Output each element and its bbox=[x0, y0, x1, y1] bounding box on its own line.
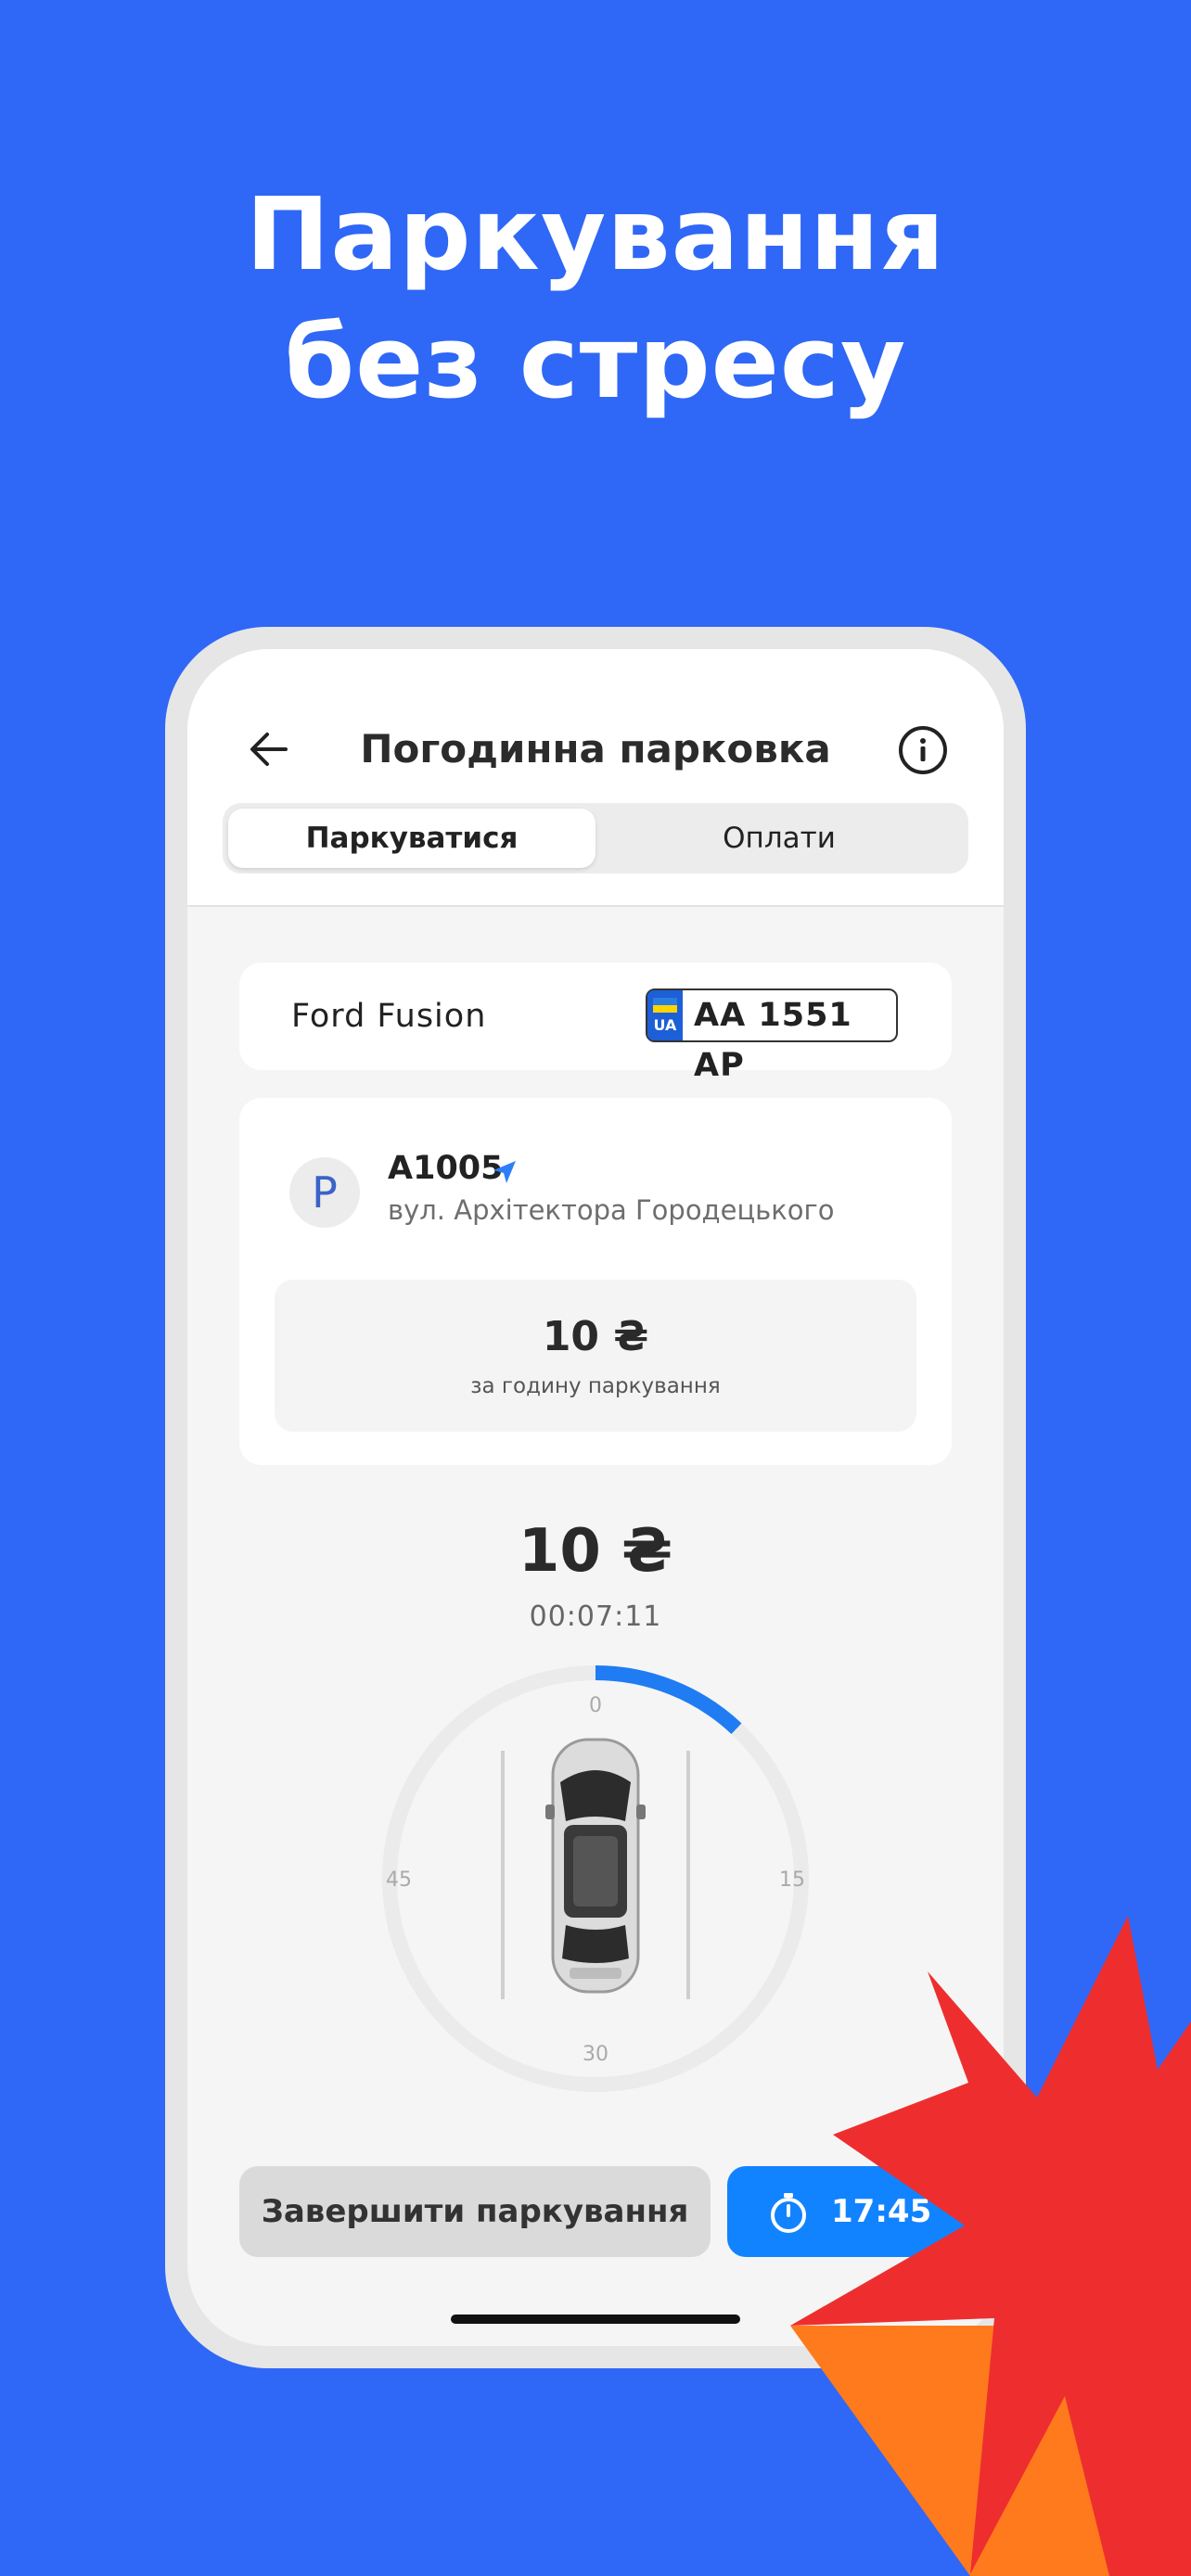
red-burst-shape bbox=[790, 1916, 1191, 2576]
starburst-decoration bbox=[790, 1916, 1191, 2576]
